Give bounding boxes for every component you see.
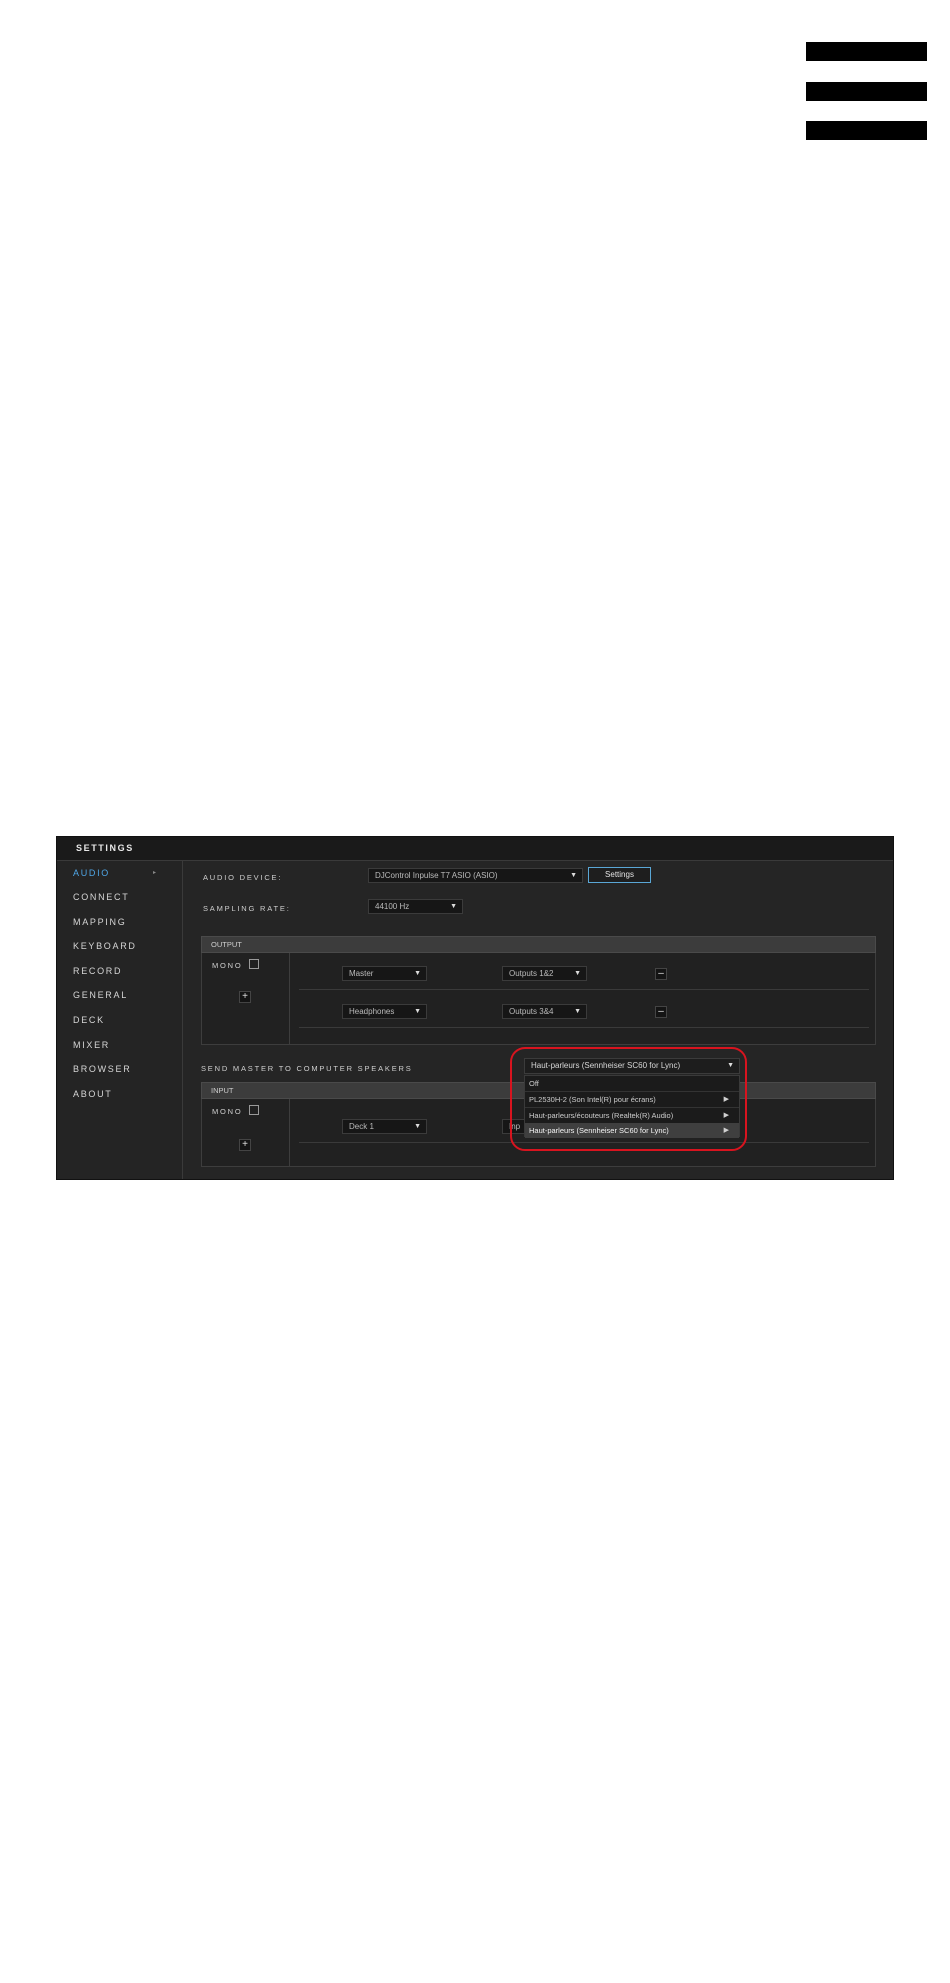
settings-sidebar: AUDIO ▸ CONNECT MAPPING KEYBOARD RECORD … [57, 861, 183, 1179]
audio-device-select[interactable]: DJControl Inpulse T7 ASIO (ASIO) ▼ [368, 868, 583, 883]
menu-item-realtek[interactable]: Haut-parleurs/écouteurs (Realtek(R) Audi… [525, 1108, 739, 1123]
caret-down-icon: ▼ [450, 903, 457, 910]
sidebar-item-keyboard[interactable]: KEYBOARD [73, 941, 137, 951]
menu-item-off[interactable]: Off [525, 1076, 739, 1091]
caret-down-icon: ▼ [414, 970, 421, 977]
menu-item-sennheiser[interactable]: Haut-parleurs (Sennheiser SC60 for Lync)… [525, 1123, 739, 1138]
menu-item-label: Off [529, 1079, 539, 1088]
sidebar-item-record[interactable]: RECORD [73, 966, 122, 976]
send-master-selected-value: Haut-parleurs (Sennheiser SC60 for Lync) [531, 1061, 681, 1070]
row-divider [299, 1027, 869, 1028]
audio-device-value: DJControl Inpulse T7 ASIO (ASIO) [375, 871, 498, 880]
output-mono-label: MONO [212, 961, 243, 970]
sampling-rate-select[interactable]: 44100 Hz ▼ [368, 899, 463, 914]
menu-icon-bar-top[interactable] [806, 42, 927, 61]
send-master-select[interactable]: Haut-parleurs (Sennheiser SC60 for Lync)… [524, 1058, 740, 1074]
caret-down-icon: ▼ [414, 1008, 421, 1015]
sampling-rate-value: 44100 Hz [375, 902, 410, 911]
title-bar: SETTINGS [57, 837, 893, 861]
menu-item-label: Haut-parleurs (Sennheiser SC60 for Lync) [529, 1126, 669, 1135]
play-arrow-icon: ▶ [723, 1096, 729, 1103]
output-source-value: Headphones [349, 1007, 395, 1016]
input-target-value: Inp [509, 1122, 521, 1131]
menu-icon-bar-bottom[interactable] [806, 121, 927, 140]
play-arrow-icon: ▶ [723, 1112, 729, 1119]
device-settings-button[interactable]: Settings [588, 867, 651, 883]
add-input-button[interactable]: + [239, 1139, 251, 1151]
caret-down-icon: ▼ [727, 1062, 734, 1069]
remove-output-button-2[interactable]: – [655, 1006, 667, 1018]
audio-device-label: AUDIO DEVICE: [203, 873, 283, 882]
menu-item-label: PL2530H-2 (Son Intel(R) pour écrans) [529, 1095, 656, 1104]
caret-down-icon: ▼ [414, 1123, 421, 1130]
output-source-select-2[interactable]: Headphones ▼ [342, 1004, 427, 1019]
menu-item-label: Haut-parleurs/écouteurs (Realtek(R) Audi… [529, 1111, 674, 1120]
menu-item-pl2530h[interactable]: PL2530H-2 (Son Intel(R) pour écrans) ▶ [525, 1092, 739, 1107]
caret-down-icon: ▼ [574, 1008, 581, 1015]
output-mono-checkbox[interactable] [249, 959, 259, 969]
sidebar-item-mixer[interactable]: MIXER [73, 1040, 110, 1050]
sidebar-item-mapping[interactable]: MAPPING [73, 917, 126, 927]
output-source-select-1[interactable]: Master ▼ [342, 966, 427, 981]
play-arrow-icon: ▶ [723, 1127, 729, 1134]
row-divider [299, 1142, 869, 1143]
output-section: MONO + Master ▼ Outputs 1&2 ▼ – Headphon… [201, 953, 876, 1045]
sidebar-item-deck[interactable]: DECK [73, 1015, 105, 1025]
row-divider [299, 989, 869, 990]
input-mono-label: MONO [212, 1107, 243, 1116]
sidebar-item-connect[interactable]: CONNECT [73, 892, 129, 902]
input-divider [289, 1099, 290, 1167]
sampling-rate-label: SAMPLING RATE: [203, 904, 291, 913]
sidebar-item-browser[interactable]: BROWSER [73, 1064, 131, 1074]
output-section-header: OUTPUT [201, 936, 876, 953]
send-master-label: SEND MASTER TO COMPUTER SPEAKERS [201, 1064, 413, 1073]
output-target-value: Outputs 3&4 [509, 1007, 554, 1016]
sidebar-item-general[interactable]: GENERAL [73, 990, 128, 1000]
output-divider [289, 953, 290, 1045]
output-target-select-2[interactable]: Outputs 3&4 ▼ [502, 1004, 587, 1019]
add-output-button[interactable]: + [239, 991, 251, 1003]
output-target-value: Outputs 1&2 [509, 969, 554, 978]
input-source-select-1[interactable]: Deck 1 ▼ [342, 1119, 427, 1134]
send-master-dropdown-menu: Off PL2530H-2 (Son Intel(R) pour écrans)… [524, 1075, 740, 1138]
chevron-right-icon: ▸ [153, 870, 157, 876]
output-source-value: Master [349, 969, 374, 978]
remove-output-button-1[interactable]: – [655, 968, 667, 980]
output-target-select-1[interactable]: Outputs 1&2 ▼ [502, 966, 587, 981]
caret-down-icon: ▼ [574, 970, 581, 977]
input-mono-checkbox[interactable] [249, 1105, 259, 1115]
menu-icon-bar-middle[interactable] [806, 82, 927, 101]
settings-window: SETTINGS AUDIO ▸ CONNECT MAPPING KEYBOAR… [56, 836, 894, 1180]
input-source-value: Deck 1 [349, 1122, 374, 1131]
caret-down-icon: ▼ [570, 872, 577, 879]
window-title: SETTINGS [76, 843, 134, 853]
sidebar-item-about[interactable]: ABOUT [73, 1089, 113, 1099]
sidebar-item-audio[interactable]: AUDIO [73, 868, 110, 878]
